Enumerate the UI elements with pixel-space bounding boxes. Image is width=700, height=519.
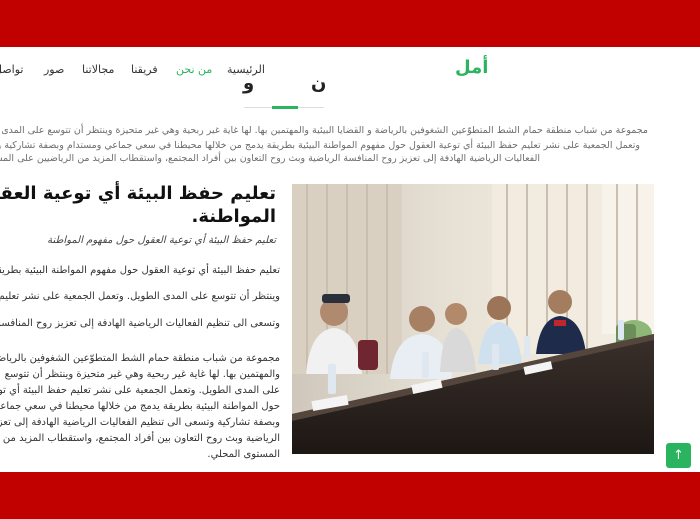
nav-contact[interactable]: تواصل — [0, 63, 23, 76]
article-title-line-2: المواطنة. — [191, 206, 276, 227]
intro-line: مجموعة من شباب منطقة حمام الشط المتطوّعي… — [0, 125, 648, 136]
meeting-photo — [292, 184, 654, 454]
back-to-top-button[interactable]: ↑ — [666, 443, 691, 468]
nav-fields[interactable]: مجالاتنا — [82, 63, 114, 76]
bullet-item: تعليم حفظ البيئة أي توعية العقول حول مفه… — [0, 265, 280, 276]
article-paragraph-line: على المدى الطويل. وتعمل الجمعية على نشر … — [0, 385, 280, 396]
article-title: تعليم حفظ البيئة أي توعية العقول حول — [0, 183, 276, 204]
intro-line: وتعمل الجمعية على نشر تعليم حفظ البيئة أ… — [0, 140, 640, 151]
bottom-red-band — [0, 472, 700, 519]
bullet-item: وتسعى الى تنظيم الفعاليات الرياضية الهاد… — [0, 318, 280, 329]
section-title-underline — [272, 106, 298, 109]
site-logo[interactable]: أمل — [455, 57, 488, 78]
nav-photos[interactable]: صور — [44, 63, 64, 76]
arrow-up-icon: ↑ — [673, 448, 684, 463]
article-paragraph-line: وبصفة تشاركية وتسعى الى تنظيم الفعاليات … — [0, 417, 280, 428]
section-title-fragment: ن — [311, 73, 327, 94]
article-paragraph-line: حول المواطنة البيئية بطريقة يدمج من خلال… — [0, 401, 280, 412]
intro-line: الفعاليات الرياضية الهادفة إلى تعزيز روح… — [0, 153, 540, 164]
article-paragraph-line: الرياضية وبث روح التعاون بين أفراد المجت… — [0, 433, 280, 444]
section-title-fragment: و — [243, 73, 255, 94]
bullet-item: وينتظر أن تتوسع على المدى الطويل. وتعمل … — [0, 291, 280, 302]
page-content: أمل الرئيسية من نحن فريقنا مجالاتنا صور … — [0, 47, 700, 472]
nav-about[interactable]: من نحن — [176, 63, 212, 76]
top-red-band — [0, 0, 700, 47]
article-subtitle: تعليم حفظ البيئة أي توعية العقول حول مفه… — [47, 235, 276, 246]
article-paragraph-line: المستوى المحلي. — [207, 449, 280, 460]
nav-team[interactable]: فريقنا — [131, 63, 158, 76]
article-paragraph-line: مجموعة من شباب منطقة حمام الشط المتطوّعي… — [0, 353, 280, 364]
article-paragraph-line: والمهتمين بها. لها غاية غير ربحية وهي غي… — [4, 369, 280, 380]
